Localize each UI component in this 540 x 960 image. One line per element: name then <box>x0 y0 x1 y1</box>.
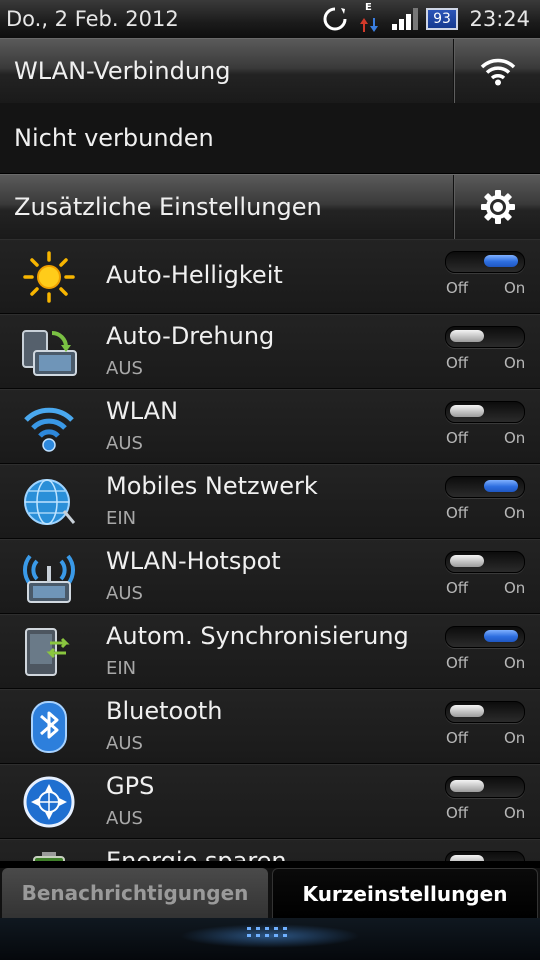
setting-status: AUS <box>106 733 143 754</box>
gps-icon <box>20 775 78 829</box>
setting-row-wlan[interactable]: WLAN AUS Off On <box>0 389 540 464</box>
setting-status: EIN <box>106 508 137 529</box>
setting-title: WLAN <box>106 397 179 425</box>
wifi-icon <box>480 58 515 86</box>
toggle-knob <box>450 780 484 792</box>
wlan-status-row: Nicht verbunden <box>0 103 540 174</box>
toggle-knob <box>484 480 518 492</box>
toggle-off-label: Off <box>446 579 469 597</box>
toggle-switch[interactable] <box>445 626 525 648</box>
toggle-off-label: Off <box>446 429 469 447</box>
toggle-switch[interactable] <box>445 326 525 348</box>
header-divider <box>453 175 454 239</box>
toggle-switch[interactable] <box>445 251 525 273</box>
mobile-data-icon: E <box>358 2 382 34</box>
wifi-icon <box>20 400 78 454</box>
setting-title: Mobiles Netzwerk <box>106 472 318 500</box>
setting-row-auto-sync[interactable]: Autom. Synchronisierung EIN Off On <box>0 614 540 689</box>
tab-quick-settings[interactable]: Kurzeinstellungen <box>272 868 538 918</box>
additional-settings-label: Zusätzliche Einstellungen <box>14 193 322 221</box>
setting-row-bluetooth[interactable]: Bluetooth AUS Off On <box>0 689 540 764</box>
toggle-on-label: On <box>504 504 526 522</box>
setting-title: Energie sparen <box>106 847 287 861</box>
signal-strength-icon <box>392 6 422 32</box>
toggle-switch[interactable] <box>445 776 525 798</box>
toggle-knob <box>484 630 518 642</box>
setting-row-wlan-hotspot[interactable]: WLAN-Hotspot AUS Off On <box>0 539 540 614</box>
setting-row-auto-brightness[interactable]: Auto-Helligkeit Off On <box>0 239 540 314</box>
setting-status: AUS <box>106 358 143 379</box>
sun-icon <box>20 250 78 304</box>
gear-icon <box>480 190 515 224</box>
toggle-knob <box>484 255 518 267</box>
globe-icon <box>20 475 78 529</box>
setting-row-power-saver[interactable]: Energie sparen <box>0 839 540 861</box>
status-bar: Do., 2 Feb. 2012 E 93 23:24 <box>0 0 540 39</box>
toggle-on-label: On <box>504 654 526 672</box>
setting-title: GPS <box>106 772 155 800</box>
toggle-on-label: On <box>504 429 526 447</box>
setting-title: Auto-Helligkeit <box>106 261 283 289</box>
status-time: 23:24 <box>469 7 530 31</box>
quick-settings-list[interactable]: Auto-Helligkeit Off On Auto-Drehung AUS … <box>0 239 540 861</box>
rotation-icon <box>20 325 78 379</box>
setting-title: WLAN-Hotspot <box>106 547 281 575</box>
grip-dots-icon <box>247 927 287 937</box>
setting-row-auto-rotation[interactable]: Auto-Drehung AUS Off On <box>0 314 540 389</box>
toggle-off-label: Off <box>446 729 469 747</box>
toggle-switch[interactable] <box>445 476 525 498</box>
toggle-off-label: Off <box>446 804 469 822</box>
toggle-on-label: On <box>504 354 526 372</box>
setting-status: EIN <box>106 658 137 679</box>
toggle-knob <box>450 555 484 567</box>
toggle-switch[interactable] <box>445 851 525 861</box>
toggle-off-label: Off <box>446 654 469 672</box>
toggle-on-label: On <box>504 804 526 822</box>
toggle-switch[interactable] <box>445 701 525 723</box>
hotspot-icon <box>20 550 78 604</box>
bottom-tab-bar: Benachrichtigungen Kurzeinstellungen <box>0 868 540 918</box>
toggle-knob <box>450 405 484 417</box>
toggle-switch[interactable] <box>445 551 525 573</box>
toggle-knob <box>450 855 484 861</box>
setting-title: Bluetooth <box>106 697 223 725</box>
toggle-on-label: On <box>504 579 526 597</box>
header-divider <box>453 39 454 103</box>
status-date: Do., 2 Feb. 2012 <box>6 7 179 31</box>
wlan-status-text: Nicht verbunden <box>14 124 214 152</box>
wifi-settings-button[interactable] <box>455 39 540 103</box>
setting-status: AUS <box>106 583 143 604</box>
toggle-off-label: Off <box>446 504 469 522</box>
toggle-switch[interactable] <box>445 401 525 423</box>
setting-row-mobile-network[interactable]: Mobiles Netzwerk EIN Off On <box>0 464 540 539</box>
setting-title: Auto-Drehung <box>106 322 275 350</box>
additional-settings-header[interactable]: Zusätzliche Einstellungen <box>0 174 540 240</box>
wlan-connection-label: WLAN-Verbindung <box>14 57 231 85</box>
settings-button[interactable] <box>455 175 540 239</box>
wlan-connection-header[interactable]: WLAN-Verbindung <box>0 38 540 104</box>
setting-status: AUS <box>106 433 143 454</box>
setting-row-gps[interactable]: GPS AUS Off On <box>0 764 540 839</box>
tab-notifications[interactable]: Benachrichtigungen <box>2 868 268 918</box>
toggle-off-label: Off <box>446 279 469 297</box>
sync-icon <box>322 6 348 32</box>
battery-saver-icon <box>20 850 78 861</box>
sync-device-icon <box>20 625 78 679</box>
toggle-knob <box>450 330 484 342</box>
battery-icon: 93 <box>426 8 458 30</box>
toggle-knob <box>450 705 484 717</box>
toggle-on-label: On <box>504 279 526 297</box>
bluetooth-icon <box>20 700 78 754</box>
drag-handle[interactable] <box>0 918 540 960</box>
setting-title: Autom. Synchronisierung <box>106 622 409 650</box>
toggle-on-label: On <box>504 729 526 747</box>
toggle-off-label: Off <box>446 354 469 372</box>
setting-status: AUS <box>106 808 143 829</box>
